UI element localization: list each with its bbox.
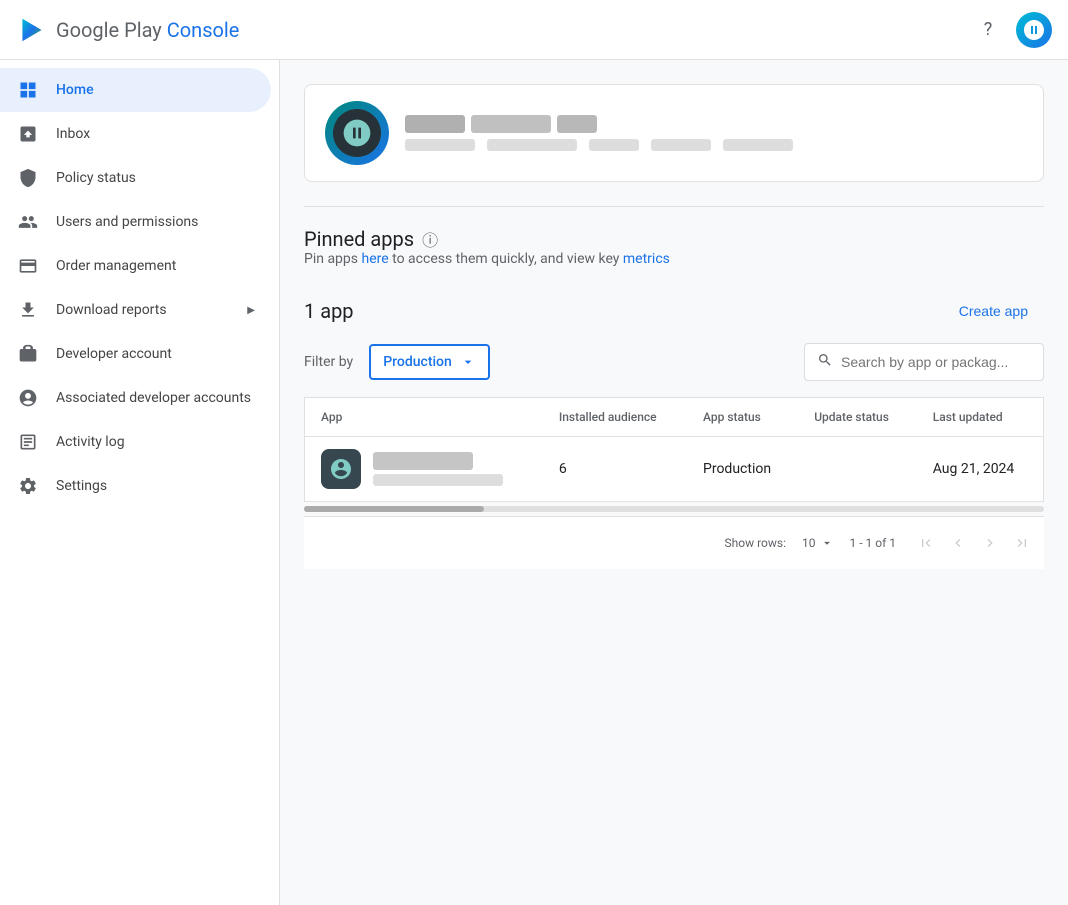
header-right: ? xyxy=(972,12,1052,48)
first-page-button[interactable] xyxy=(912,529,940,557)
inbox-icon xyxy=(16,124,40,144)
pinned-apps-title: Pinned apps xyxy=(304,227,414,251)
sidebar-item-developer-account[interactable]: Developer account xyxy=(0,332,271,376)
avatar[interactable] xyxy=(1016,12,1052,48)
credit-card-icon xyxy=(16,256,40,276)
main-content: Pinned apps ⓘ Pin apps here to access th… xyxy=(280,60,1068,905)
section-title-area: Pinned apps ⓘ Pin apps here to access th… xyxy=(304,227,670,287)
sidebar-item-policy-status[interactable]: Policy status xyxy=(0,156,271,200)
sidebar-item-settings-label: Settings xyxy=(56,478,107,494)
col-installed-audience: Installed audience xyxy=(543,398,687,437)
people-icon xyxy=(16,212,40,232)
sidebar-item-home[interactable]: Home xyxy=(0,68,271,112)
sidebar-item-policy-label: Policy status xyxy=(56,170,136,186)
rows-value: 10 xyxy=(802,536,816,550)
prev-page-button[interactable] xyxy=(944,529,972,557)
search-input[interactable] xyxy=(841,354,1031,370)
cell-update-status xyxy=(798,437,917,502)
sidebar: Home Inbox Policy status Users and permi… xyxy=(0,60,280,905)
play-logo-icon xyxy=(16,14,48,46)
filter-by-label: Filter by xyxy=(304,354,353,370)
sidebar-item-inbox-label: Inbox xyxy=(56,126,90,142)
sidebar-item-inbox[interactable]: Inbox xyxy=(0,112,271,156)
col-update-status: Update status xyxy=(798,398,917,437)
pinned-apps-header: Pinned apps ⓘ Pin apps here to access th… xyxy=(304,227,1044,287)
info-icon[interactable]: ⓘ xyxy=(422,227,438,251)
app-icon-thumbnail xyxy=(321,449,361,489)
last-page-button[interactable] xyxy=(1008,529,1036,557)
developer-avatar xyxy=(325,101,389,165)
rows-per-page-select[interactable]: 10 xyxy=(802,536,834,550)
show-rows-label: Show rows: xyxy=(725,536,786,550)
section-divider xyxy=(304,206,1044,207)
download-icon xyxy=(16,300,40,320)
sidebar-item-home-label: Home xyxy=(56,82,94,98)
developer-info xyxy=(405,115,1023,151)
filter-value: Production xyxy=(383,354,452,370)
app-header: Google Play Console ? xyxy=(0,0,1068,60)
sidebar-item-users-permissions[interactable]: Users and permissions xyxy=(0,200,271,244)
col-app-status: App status xyxy=(687,398,798,437)
metrics-link[interactable]: metrics xyxy=(623,251,670,267)
sidebar-item-order-label: Order management xyxy=(56,258,176,274)
developer-name-blurred xyxy=(405,115,597,133)
pagination-buttons xyxy=(912,529,1036,557)
apps-table: App Installed audience App status Update… xyxy=(304,397,1044,502)
developer-avatar-inner xyxy=(333,109,381,157)
developer-card xyxy=(304,84,1044,182)
apps-header: 1 app Create app xyxy=(304,295,1044,327)
table-row[interactable]: 6 Production Aug 21, 2024 xyxy=(305,437,1044,502)
sidebar-item-associated-developer[interactable]: Associated developer accounts xyxy=(0,376,271,420)
rows-chevron-icon xyxy=(820,536,834,550)
header-left: Google Play Console xyxy=(16,14,239,46)
apps-count: 1 app xyxy=(304,299,354,323)
developer-meta-row xyxy=(405,139,1023,151)
create-app-button[interactable]: Create app xyxy=(943,295,1044,327)
next-page-button[interactable] xyxy=(976,529,1004,557)
section-title: Pinned apps ⓘ xyxy=(304,227,670,251)
help-icon[interactable]: ? xyxy=(972,14,1004,46)
sidebar-item-associated-label: Associated developer accounts xyxy=(56,390,251,406)
sidebar-item-download-reports[interactable]: Download reports ▶ xyxy=(0,288,271,332)
col-app: App xyxy=(305,398,543,437)
app-name-blurred xyxy=(373,452,503,486)
cell-app-status: Production xyxy=(687,437,798,502)
search-icon xyxy=(817,352,833,372)
page-info: 1 - 1 of 1 xyxy=(850,536,896,550)
header-title: Google Play Console xyxy=(56,18,239,42)
table-scrollbar[interactable] xyxy=(304,506,1044,512)
grid-icon xyxy=(16,80,40,100)
cell-installed-audience: 6 xyxy=(543,437,687,502)
sidebar-item-settings[interactable]: Settings xyxy=(0,464,271,508)
production-filter[interactable]: Production xyxy=(369,344,490,380)
search-box[interactable] xyxy=(804,343,1044,381)
settings-icon xyxy=(16,476,40,496)
sidebar-item-order-management[interactable]: Order management xyxy=(0,244,271,288)
pagination-row: Show rows: 10 1 - 1 of 1 xyxy=(304,516,1044,569)
app-container: Home Inbox Policy status Users and permi… xyxy=(0,60,1068,905)
here-link[interactable]: here xyxy=(361,251,388,267)
cell-last-updated: Aug 21, 2024 xyxy=(917,437,1044,502)
chevron-down-icon xyxy=(460,354,476,370)
section-subtitle: Pin apps here to access them quickly, an… xyxy=(304,251,670,267)
col-last-updated: Last updated xyxy=(917,398,1044,437)
sidebar-item-activity-label: Activity log xyxy=(56,434,125,450)
table-header-row: App Installed audience App status Update… xyxy=(305,398,1044,437)
table-scrollbar-thumb[interactable] xyxy=(304,506,484,512)
filter-row: Filter by Production xyxy=(304,343,1044,381)
shield-icon xyxy=(16,168,40,188)
sidebar-item-activity-log[interactable]: Activity log xyxy=(0,420,271,464)
account-circle-icon xyxy=(16,388,40,408)
expand-icon: ▶ xyxy=(247,305,255,316)
sidebar-item-users-label: Users and permissions xyxy=(56,214,198,230)
sidebar-item-dev-account-label: Developer account xyxy=(56,346,172,362)
sidebar-item-download-label: Download reports xyxy=(56,302,167,318)
app-row-info xyxy=(321,449,527,489)
briefcase-icon xyxy=(16,344,40,364)
list-alt-icon xyxy=(16,432,40,452)
developer-name-row xyxy=(405,115,1023,133)
cell-app xyxy=(305,437,543,502)
